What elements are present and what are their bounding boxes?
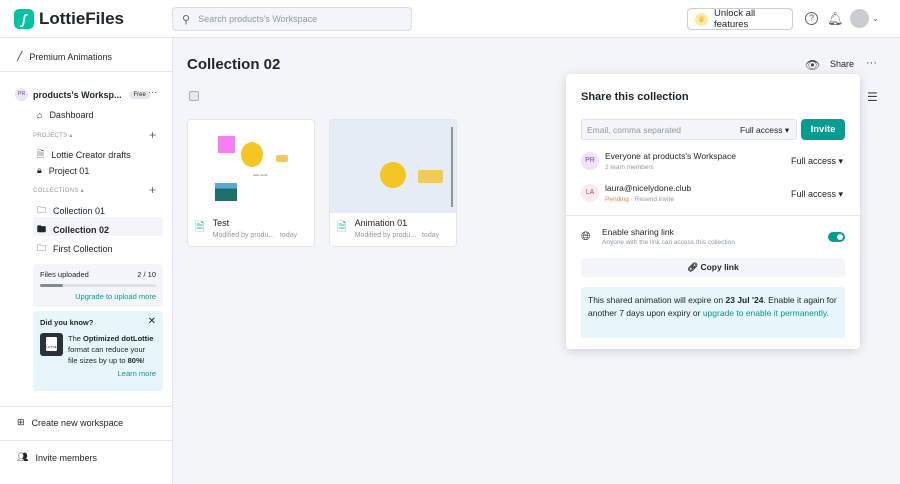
expiry-notice: This shared animation will expire on 23 …: [581, 287, 845, 338]
page-title: Collection 02: [187, 56, 281, 73]
tip-title: Did you know?: [40, 318, 94, 327]
animation-card[interactable]: hello world 🗎 Test Modified by produ... to…: [187, 119, 315, 247]
logo-text: LottieFiles: [39, 9, 125, 28]
select-all-checkbox[interactable]: [189, 91, 199, 101]
more-icon[interactable]: ···: [148, 87, 157, 97]
upgrade-link[interactable]: Upgrade to upload more: [40, 292, 156, 301]
files-uploaded-card: Files uploaded 2 / 10 Upgrade to upload m…: [33, 264, 163, 307]
dialog-title: Share this collection: [581, 91, 689, 103]
workspace-avatar: PR: [15, 88, 28, 101]
add-project-icon[interactable]: +: [149, 128, 156, 142]
sidebar-item-premium[interactable]: ╱ Premium Animations: [17, 51, 112, 62]
search-icon: ⚲: [182, 13, 191, 26]
chevron-down-icon[interactable]: ⌄: [872, 14, 879, 23]
label: Premium Animations: [29, 51, 112, 62]
workspace-name: products's Worksp...: [33, 89, 122, 100]
animation-file-icon: 🗎: [195, 220, 205, 234]
users-icon: 👥︎: [17, 452, 29, 462]
dotlottie-file-icon: LOTTIE: [40, 333, 63, 356]
label: Create new workspace: [31, 417, 124, 428]
tip-card: Did you know? ✕ LOTTIE The Optimized dotL…: [33, 311, 163, 391]
logo[interactable]: ʃ LottieFiles: [14, 9, 124, 29]
home-icon: ⌂: [37, 110, 43, 120]
animation-card[interactable]: 🗎 Animation 01 Modified by produ... today: [329, 119, 457, 247]
divider: [0, 440, 172, 441]
divider: [566, 215, 860, 216]
upgrade-link[interactable]: upgrade to enable it permanently.: [703, 308, 829, 318]
invite-members-button[interactable]: 👥︎ Invite members: [17, 452, 97, 463]
more-options-icon[interactable]: ···: [866, 57, 877, 69]
member-access-dropdown[interactable]: Full access ▾: [791, 156, 843, 167]
folder-icon: 🖿: [37, 224, 47, 234]
lock-icon: 🔒︎: [37, 165, 42, 175]
search-input[interactable]: ⚲ Search products's Workspace: [172, 7, 412, 31]
help-icon[interactable]: ?: [805, 12, 818, 25]
label: Files uploaded: [40, 270, 89, 279]
sidebar-item-dashboard[interactable]: ⌂ Dashboard: [37, 110, 93, 120]
sharing-link-sub: Anyone with the link can access this col…: [602, 239, 735, 246]
label: Lottie Creator drafts: [51, 150, 131, 160]
upload-progress: [40, 284, 156, 287]
search-placeholder: Search products's Workspace: [198, 14, 318, 24]
label: Collection 02: [53, 225, 110, 235]
unlock-label: Unlock all features: [713, 8, 756, 30]
add-workspace-icon: ⊞: [17, 417, 25, 427]
copy-link-button[interactable]: 🔗︎ Copy link: [581, 258, 845, 277]
unlock-features-button[interactable]: ♛ Unlock all features: [687, 8, 793, 30]
close-icon[interactable]: ✕: [148, 316, 156, 327]
resend-invite-link[interactable]: · Resend invite: [629, 196, 674, 203]
label: Collection 01: [53, 206, 106, 216]
invite-button[interactable]: Invite: [801, 119, 845, 140]
member-avatar: LA: [581, 184, 599, 202]
crown-icon: ♛: [695, 12, 708, 26]
sharing-link-title: Enable sharing link: [602, 227, 674, 237]
label: Invite members: [35, 452, 97, 463]
sharing-link-toggle[interactable]: [828, 232, 845, 242]
count: 2 / 10: [137, 270, 156, 279]
sidebar-item-project[interactable]: 🗎 Lottie Creator drafts: [37, 147, 131, 163]
animation-file-icon: 🗎: [337, 220, 347, 234]
lottie-logo-icon: ʃ: [14, 9, 34, 29]
add-collection-icon[interactable]: +: [149, 183, 156, 197]
member-sub: 2 team members: [605, 164, 654, 171]
share-collection-dialog: Share this collection Email, comma separ…: [566, 74, 860, 349]
bell-icon[interactable]: 🔔︎: [827, 11, 844, 27]
member-avatar: PR: [581, 152, 599, 170]
divider: [0, 406, 172, 407]
globe-icon: 🌐︎: [581, 229, 591, 243]
pen-icon: ╱: [17, 51, 23, 61]
eye-icon[interactable]: 👁︎: [805, 58, 820, 72]
animation-thumbnail: [330, 120, 456, 213]
sidebar: ╱ Premium Animations PR products's Worksp.…: [0, 38, 173, 484]
link-icon: 🔗︎: [687, 262, 699, 272]
access-dropdown[interactable]: Full access ▾: [740, 125, 789, 136]
pending-status: Pending: [605, 196, 629, 203]
member-email: laura@nicelydone.club: [605, 183, 692, 193]
member-access-dropdown[interactable]: Full access ▾: [791, 189, 843, 200]
label: Dashboard: [49, 110, 94, 120]
collections-section-label[interactable]: COLLECTIONS ▴: [33, 187, 84, 194]
sidebar-item-collection[interactable]: 🗀 First Collection: [37, 241, 113, 257]
card-title: Test: [212, 218, 230, 228]
label: Project 01: [48, 165, 90, 176]
list-view-icon[interactable]: ☰: [867, 90, 878, 104]
divider: [0, 71, 172, 72]
animation-thumbnail: hello world: [188, 120, 314, 213]
sidebar-item-project[interactable]: 🔒︎ Project 01: [37, 165, 89, 176]
top-bar: ʃ LottieFiles ⚲ Search products's Workspac…: [0, 0, 900, 38]
file-icon: 🗎: [37, 149, 45, 159]
create-workspace-button[interactable]: ⊞ Create new workspace: [17, 417, 123, 428]
member-name: Everyone at products's Workspace: [605, 151, 736, 161]
learn-more-link[interactable]: Learn more: [40, 369, 156, 378]
label: First Collection: [53, 244, 113, 254]
share-button[interactable]: Share: [830, 59, 854, 69]
workspace-switcher[interactable]: PR products's Worksp... Free: [15, 88, 151, 101]
avatar[interactable]: [850, 9, 869, 28]
sidebar-item-collection-active[interactable]: 🖿 Collection 02: [37, 222, 109, 238]
folder-icon: 🗀: [37, 243, 47, 253]
projects-section-label[interactable]: PROJECTS ▴: [33, 132, 73, 139]
card-title: Animation 01: [354, 218, 408, 228]
